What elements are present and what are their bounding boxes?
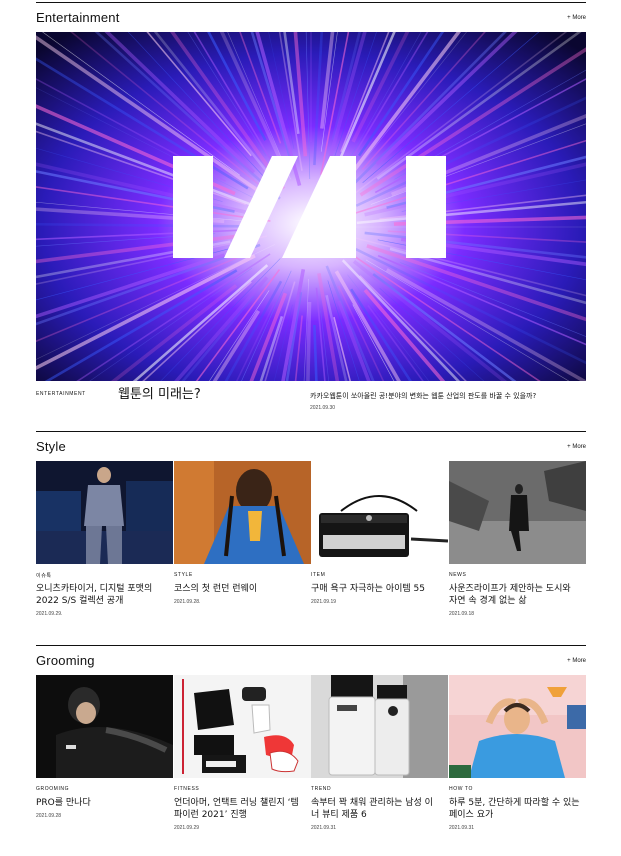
grooming-card-1-image[interactable] <box>36 675 173 778</box>
style-card-4-category: NEWS <box>449 572 467 578</box>
grooming-card-3-date: 2021.09.31 <box>311 825 337 831</box>
section-title: Entertainment <box>36 10 120 25</box>
grooming-card-1-category: GROOMING <box>36 786 70 792</box>
style-card-2-date: 2021.09.28. <box>174 599 201 605</box>
grooming-card-4-date: 2021.09.31 <box>449 825 475 831</box>
grooming-card-3-title[interactable]: 속부터 꽉 채워 관리하는 남성 이너 뷰티 제품 6 <box>311 797 441 821</box>
grooming-card-4-title[interactable]: 하루 5분, 간단하게 따라할 수 있는 페이스 요가 <box>449 797 581 821</box>
section-divider <box>36 645 586 646</box>
grooming-card-4-category: HOW TO <box>449 786 473 792</box>
hero-title[interactable]: 웹툰의 미래는? <box>118 387 201 403</box>
hero-image[interactable] <box>36 32 586 381</box>
style-card-1-image[interactable] <box>36 461 173 564</box>
style-card-4-date: 2021.09.18 <box>449 611 475 617</box>
section-title: Style <box>36 439 66 454</box>
grooming-card-2-category: FITNESS <box>174 786 200 792</box>
grooming-card-1-title[interactable]: PRO를 만나다 <box>36 797 166 809</box>
style-card-1-title[interactable]: 오니츠카타이거, 디지털 포맷의 2022 S/S 컬렉션 공개 <box>36 583 166 607</box>
style-card-3-date: 2021.09.19 <box>311 599 337 605</box>
grooming-card-3-category: TREND <box>311 786 332 792</box>
style-card-1-date: 2021.09.29. <box>36 611 63 617</box>
style-card-2-image[interactable] <box>174 461 311 564</box>
style-card-4-image[interactable] <box>449 461 586 564</box>
section-style: Style + More 이슈톡 오니츠카타이거, 디지털 포맷의 2022 S… <box>36 431 586 636</box>
grooming-card-2-title[interactable]: 언더아머, 언택트 러닝 챌린지 ‘템파이런 2021’ 진행 <box>174 797 306 821</box>
section-title: Grooming <box>36 653 95 668</box>
style-card-3-title[interactable]: 구매 욕구 자극하는 아이템 55 <box>311 583 441 595</box>
grooming-card-4-image[interactable] <box>449 675 586 778</box>
grooming-card-3-image[interactable] <box>311 675 448 778</box>
section-divider <box>36 2 586 3</box>
more-link[interactable]: + More <box>567 658 586 664</box>
more-link[interactable]: + More <box>567 444 586 450</box>
more-link[interactable]: + More <box>567 15 586 21</box>
hero-category: ENTERTAINMENT <box>36 391 86 397</box>
style-card-3-category: ITEM <box>311 572 326 578</box>
section-grooming: Grooming + More GROOMING PRO를 만나다 2021.0… <box>36 645 586 850</box>
style-card-2-title[interactable]: 코스의 첫 런던 런웨이 <box>174 583 304 595</box>
hero-description[interactable]: 카카오웹툰이 쏘아올린 공!분야의 변화는 웹툰 산업의 판도를 바꿀 수 있을… <box>310 390 586 402</box>
style-card-3-image[interactable] <box>311 461 448 564</box>
section-entertainment: Entertainment + More ENTERTAINMENT 웹툰의 미… <box>36 2 586 422</box>
style-card-1-category: 이슈톡 <box>36 573 52 579</box>
grooming-card-1-date: 2021.09.28 <box>36 813 62 819</box>
grooming-card-2-date: 2021.09.29 <box>174 825 200 831</box>
section-divider <box>36 431 586 432</box>
style-card-2-category: STYLE <box>174 572 193 578</box>
hero-burst-graphic <box>36 32 586 381</box>
hero-date: 2021.09.30 <box>310 405 336 411</box>
style-card-4-title[interactable]: 사운즈라이프가 제안하는 도시와 자연 속 경계 없는 삶 <box>449 583 581 607</box>
grooming-card-2-image[interactable] <box>174 675 311 778</box>
